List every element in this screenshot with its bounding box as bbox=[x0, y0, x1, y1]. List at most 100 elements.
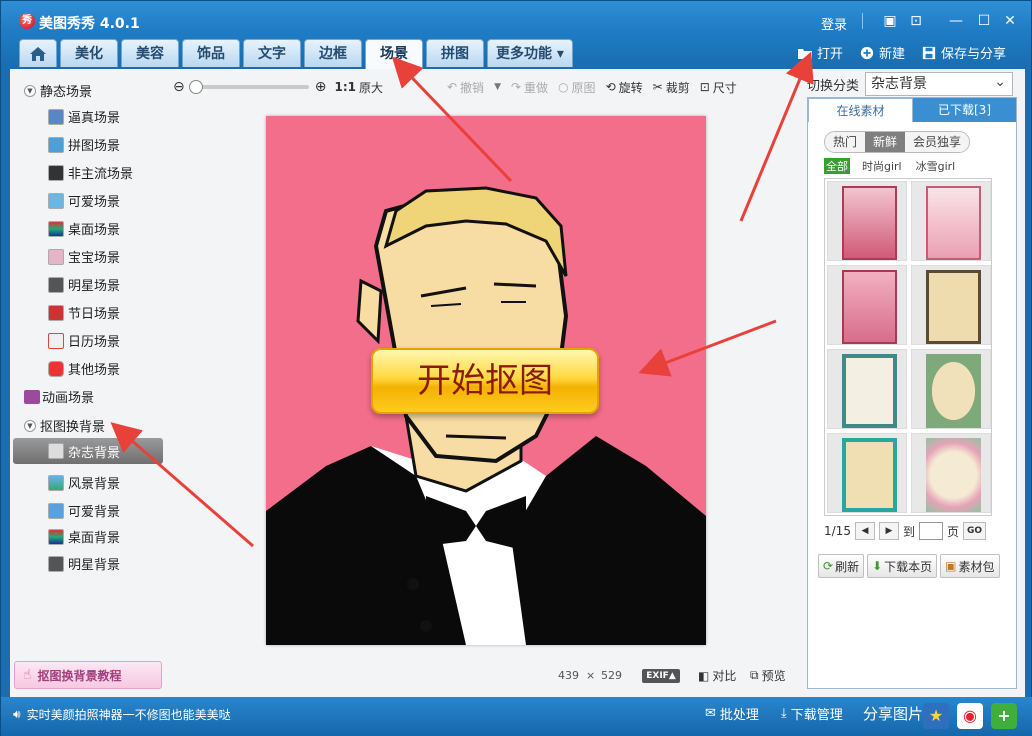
material-thumb[interactable] bbox=[911, 433, 991, 513]
compare-button[interactable]: ◧ 对比 bbox=[698, 667, 736, 684]
title-divider bbox=[862, 13, 863, 29]
zoom-slider[interactable] bbox=[188, 80, 309, 94]
next-page-button[interactable]: ▶ bbox=[878, 522, 899, 540]
sidebar-item-other[interactable]: 其他场景 bbox=[48, 359, 120, 378]
sidebar-group-cutout[interactable]: ▼ 抠图换背景 bbox=[24, 416, 105, 435]
close-icon[interactable]: ✕ bbox=[999, 11, 1021, 33]
sidebar-item-cute[interactable]: 可爱场景 bbox=[48, 191, 120, 210]
filter-fashion-girl[interactable]: 时尚girl bbox=[860, 158, 904, 174]
zoom-slider-thumb[interactable] bbox=[188, 80, 203, 94]
original-image-button[interactable]: ○ 原图 bbox=[558, 79, 596, 96]
collapse-toggle-icon[interactable]: ▼ bbox=[24, 419, 36, 432]
save-share-button[interactable]: 保存与分享 bbox=[921, 43, 1006, 62]
refresh-button[interactable]: ⟳ 刷新 bbox=[818, 554, 865, 578]
download-manager-label: 下载管理 bbox=[790, 708, 843, 723]
resize-button[interactable]: ⊡ 尺寸 bbox=[700, 79, 737, 96]
undo-dropdown-icon[interactable]: ▼ bbox=[494, 82, 501, 92]
sidebar-item-alternative[interactable]: 非主流场景 bbox=[48, 163, 133, 182]
save-icon bbox=[922, 46, 936, 59]
sidebar-item-celebrity-bg[interactable]: 明星背景 bbox=[48, 554, 120, 573]
tab-downloaded[interactable]: 已下载[3] bbox=[913, 98, 1016, 122]
page-number-input[interactable] bbox=[918, 522, 943, 540]
sidebar-group-static[interactable]: ▼ 静态场景 bbox=[24, 81, 92, 100]
tab-accessories[interactable]: 饰品 bbox=[182, 39, 240, 67]
undo-button[interactable]: ↶ 撤销 bbox=[447, 79, 484, 96]
download-manager-button[interactable]: ⤓ 下载管理 bbox=[781, 704, 843, 723]
status-message[interactable]: 🔊︎ 实时美颜拍照神器一不修图也能美美哒 bbox=[13, 706, 231, 723]
sidebar-group-animated[interactable]: 动画场景 bbox=[24, 387, 94, 406]
weibo-icon[interactable]: ◉ bbox=[957, 703, 983, 729]
material-thumb[interactable] bbox=[827, 265, 907, 345]
status-text: 实时美颜拍照神器一不修图也能美美哒 bbox=[26, 708, 231, 722]
sidebar-item-cute-bg[interactable]: 可爱背景 bbox=[48, 501, 120, 520]
sidebar-item-holiday[interactable]: 节日场景 bbox=[48, 303, 120, 322]
sidebar-item-collage-scene[interactable]: 拼图场景 bbox=[48, 135, 120, 154]
original-size-button[interactable]: 1:1 原大 bbox=[334, 79, 383, 96]
undo-icon: ↶ bbox=[446, 80, 458, 94]
material-thumb[interactable] bbox=[911, 349, 991, 429]
login-link[interactable]: 登录 bbox=[821, 14, 847, 33]
material-thumb[interactable] bbox=[827, 181, 907, 261]
material-pack-button[interactable]: ▣ 素材包 bbox=[940, 554, 1000, 578]
rotate-button[interactable]: ⟲ 旋转 bbox=[606, 79, 643, 96]
sidebar-item-desktop-bg[interactable]: 桌面背景 bbox=[48, 527, 120, 546]
status-bar: 🔊︎ 实时美颜拍照神器一不修图也能美美哒 ✉ 批处理 ⤓ 下载管理 分享图片 ★… bbox=[1, 697, 1032, 736]
material-thumb[interactable] bbox=[911, 265, 991, 345]
minimize-icon[interactable]: — bbox=[945, 11, 967, 33]
tab-border[interactable]: 边框 bbox=[304, 39, 362, 67]
sidebar-item-label: 可爱背景 bbox=[68, 505, 121, 520]
material-thumb[interactable] bbox=[827, 349, 907, 429]
tab-more-features[interactable]: 更多功能 ▾ bbox=[487, 39, 573, 67]
sidebar-item-baby[interactable]: 宝宝场景 bbox=[48, 247, 120, 266]
tab-face[interactable]: 美容 bbox=[121, 39, 179, 67]
photo-canvas[interactable]: 开始抠图 bbox=[266, 116, 706, 645]
sidebar-item-calendar[interactable]: 日历场景 bbox=[48, 331, 120, 350]
filter-all[interactable]: 全部 bbox=[824, 158, 850, 174]
sidebar-item-celebrity[interactable]: 明星场景 bbox=[48, 275, 120, 294]
preview-button[interactable]: ⧉ 预览 bbox=[750, 667, 786, 684]
pill-hot[interactable]: 热门 bbox=[825, 132, 866, 152]
zoom-out-icon[interactable]: ⊖ bbox=[173, 79, 185, 95]
sidebar-group-label: 抠图换背景 bbox=[40, 420, 106, 435]
tab-beautify[interactable]: 美化 bbox=[60, 39, 118, 67]
cutout-tutorial-button[interactable]: ☝ 抠图换背景教程 bbox=[14, 661, 162, 689]
sidebar-item-realistic[interactable]: 逼真场景 bbox=[48, 107, 120, 126]
tab-scene[interactable]: 场景 bbox=[365, 39, 423, 69]
floral-frame-image bbox=[842, 354, 897, 428]
batch-label: 批处理 bbox=[719, 708, 759, 723]
start-cutout-button[interactable]: 开始抠图 bbox=[371, 348, 599, 414]
new-button[interactable]: 新建 bbox=[859, 43, 905, 62]
crop-button[interactable]: ✂ 裁剪 bbox=[653, 79, 690, 96]
prev-page-button[interactable]: ◀ bbox=[854, 522, 875, 540]
batch-process-button[interactable]: ✉ 批处理 bbox=[705, 704, 759, 723]
tab-text[interactable]: 文字 bbox=[243, 39, 301, 67]
zoom-in-icon[interactable]: ⊕ bbox=[315, 79, 327, 95]
qzone-star-icon[interactable]: ★ bbox=[923, 703, 949, 729]
collapse-toggle-icon[interactable]: ▼ bbox=[24, 84, 36, 97]
open-button[interactable]: 打开 bbox=[797, 43, 843, 62]
sidebar-item-desktop[interactable]: 桌面场景 bbox=[48, 219, 120, 238]
exif-button[interactable]: EXIF▲ bbox=[642, 669, 680, 683]
pill-vip[interactable]: 会员独享 bbox=[905, 132, 970, 152]
material-thumb[interactable] bbox=[827, 433, 907, 513]
material-thumb[interactable] bbox=[911, 181, 991, 261]
add-share-icon[interactable]: + bbox=[991, 703, 1017, 729]
tab-collage[interactable]: 拼图 bbox=[426, 39, 484, 67]
feedback-icon[interactable]: ▣ bbox=[879, 11, 901, 33]
go-button[interactable]: GO bbox=[962, 522, 987, 540]
filter-snow-girl[interactable]: 冰雪girl bbox=[914, 158, 958, 174]
menu-dropdown-icon[interactable]: ⊡ bbox=[905, 11, 927, 33]
home-tab[interactable] bbox=[19, 39, 57, 67]
preview-icon: ⧉ bbox=[750, 668, 759, 682]
download-icon: ⤓ bbox=[781, 706, 787, 721]
sidebar-item-label: 桌面背景 bbox=[68, 531, 121, 546]
maximize-icon[interactable]: ☐ bbox=[973, 11, 995, 33]
scene-thumb-icon bbox=[48, 502, 64, 519]
sidebar-item-magazine-bg[interactable]: 杂志背景 bbox=[13, 438, 163, 464]
tab-online-materials[interactable]: 在线素材 bbox=[808, 98, 913, 122]
redo-button[interactable]: ↷ 重做 bbox=[511, 79, 548, 96]
download-page-button[interactable]: ⬇ 下载本页 bbox=[867, 554, 938, 578]
category-select[interactable]: 杂志背景 bbox=[865, 71, 1014, 96]
pill-fresh[interactable]: 新鲜 bbox=[865, 132, 906, 152]
sidebar-item-scenery-bg[interactable]: 风景背景 bbox=[48, 473, 120, 492]
